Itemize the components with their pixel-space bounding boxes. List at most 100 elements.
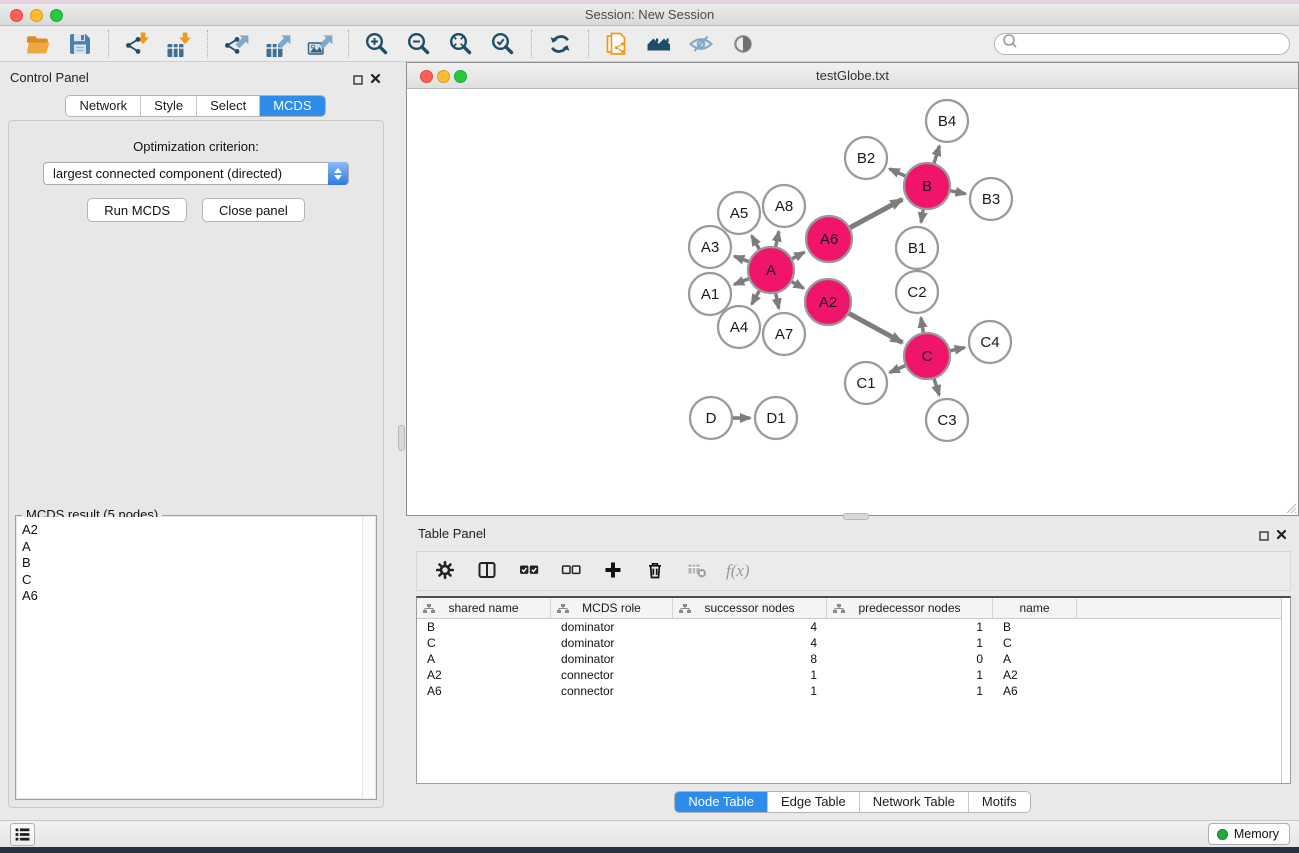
table-cell[interactable]: dominator	[551, 635, 673, 651]
close-panel-button[interactable]: Close panel	[202, 198, 305, 222]
node-B[interactable]: B	[904, 163, 950, 209]
table-cell[interactable]: 4	[673, 619, 827, 635]
import-network-button[interactable]	[121, 29, 153, 59]
table-cell[interactable]: C	[417, 635, 551, 651]
table-cell[interactable]: A2	[993, 667, 1077, 683]
zoom-out-button[interactable]	[403, 29, 435, 59]
table-row[interactable]: Bdominator41B	[417, 619, 1290, 635]
node-C1[interactable]: C1	[845, 362, 887, 404]
node-C3[interactable]: C3	[926, 399, 968, 441]
delete-table-button[interactable]	[684, 558, 710, 584]
node-A5[interactable]: A5	[718, 192, 760, 234]
table-scrollbar[interactable]	[1281, 598, 1290, 783]
table-cell[interactable]: 0	[827, 651, 993, 667]
node-A7[interactable]: A7	[763, 313, 805, 355]
import-table-button[interactable]	[163, 29, 195, 59]
table-close-panel-icon[interactable]	[1276, 527, 1287, 545]
table-cell[interactable]: dominator	[551, 651, 673, 667]
open-session-button[interactable]	[22, 29, 54, 59]
tab-edge-table[interactable]: Edge Table	[767, 792, 859, 812]
column-header-name[interactable]: name	[993, 598, 1077, 618]
node-A[interactable]: A	[748, 247, 794, 293]
result-list-item[interactable]: C	[22, 572, 375, 589]
table-cell[interactable]: 1	[827, 667, 993, 683]
tab-network[interactable]: Network	[66, 96, 140, 116]
search-field[interactable]	[994, 33, 1290, 55]
add-button[interactable]	[600, 558, 626, 584]
node-C[interactable]: C	[904, 333, 950, 379]
save-session-button[interactable]	[64, 29, 96, 59]
zoom-selected-button[interactable]	[487, 29, 519, 59]
node-C2[interactable]: C2	[896, 271, 938, 313]
tab-select[interactable]: Select	[196, 96, 259, 116]
table-cell[interactable]: 1	[827, 635, 993, 651]
deselect-all-button[interactable]	[558, 558, 584, 584]
memory-button[interactable]: Memory	[1208, 823, 1290, 845]
node-B2[interactable]: B2	[845, 137, 887, 179]
close-panel-icon[interactable]	[370, 71, 381, 89]
table-row[interactable]: Cdominator41C	[417, 635, 1290, 651]
tab-motifs[interactable]: Motifs	[968, 792, 1030, 812]
optimization-criterion-select[interactable]: largest connected component (directed)	[43, 162, 349, 185]
table-cell[interactable]: A6	[993, 683, 1077, 699]
export-table-button[interactable]	[262, 29, 294, 59]
zoom-in-button[interactable]	[361, 29, 393, 59]
table-cell[interactable]: 1	[827, 619, 993, 635]
tab-style[interactable]: Style	[140, 96, 196, 116]
vertical-splitter-handle[interactable]	[398, 425, 405, 451]
table-cell[interactable]: 1	[673, 683, 827, 699]
refresh-layout-button[interactable]	[544, 29, 576, 59]
tab-node-table[interactable]: Node Table	[675, 792, 767, 812]
gear-button[interactable]	[432, 558, 458, 584]
table-cell[interactable]: A	[417, 651, 551, 667]
run-mcds-button[interactable]: Run MCDS	[87, 198, 187, 222]
copy-network-button[interactable]	[601, 29, 633, 59]
node-D1[interactable]: D1	[755, 397, 797, 439]
node-A3[interactable]: A3	[689, 226, 731, 268]
home-button[interactable]	[643, 29, 675, 59]
table-cell[interactable]: C	[993, 635, 1077, 651]
result-list-item[interactable]: A6	[22, 588, 375, 605]
network-canvas[interactable]: B4B2BB3A5A8A6A3B1AC2A1A2A4A7C4CC1DD1C3	[407, 89, 1298, 515]
table-cell[interactable]: connector	[551, 667, 673, 683]
table-row[interactable]: A6connector11A6	[417, 683, 1290, 699]
show-preview-button[interactable]	[727, 29, 759, 59]
function-builder-icon[interactable]: f(x)	[726, 561, 750, 581]
node-B4[interactable]: B4	[926, 100, 968, 142]
table-cell[interactable]: 4	[673, 635, 827, 651]
node-A1[interactable]: A1	[689, 273, 731, 315]
result-list-item[interactable]: A2	[22, 522, 375, 539]
result-list-item[interactable]: B	[22, 555, 375, 572]
node-A2[interactable]: A2	[805, 279, 851, 325]
table-cell[interactable]: 1	[673, 667, 827, 683]
node-B1[interactable]: B1	[896, 227, 938, 269]
table-row[interactable]: A2connector11A2	[417, 667, 1290, 683]
table-cell[interactable]: connector	[551, 683, 673, 699]
float-panel-icon[interactable]	[353, 72, 363, 90]
table-cell[interactable]: B	[417, 619, 551, 635]
table-float-panel-icon[interactable]	[1259, 528, 1269, 546]
table-cell[interactable]: A6	[417, 683, 551, 699]
node-A6[interactable]: A6	[806, 216, 852, 262]
export-image-button[interactable]	[304, 29, 336, 59]
select-all-button[interactable]	[516, 558, 542, 584]
column-header-mcds-role[interactable]: MCDS role	[551, 598, 673, 618]
table-cell[interactable]: dominator	[551, 619, 673, 635]
search-input[interactable]	[1019, 35, 1289, 53]
node-A4[interactable]: A4	[718, 306, 760, 348]
result-list-scrollbar[interactable]	[362, 517, 375, 798]
export-network-button[interactable]	[220, 29, 252, 59]
column-header-predecessor-nodes[interactable]: predecessor nodes	[827, 598, 993, 618]
zoom-fit-button[interactable]	[445, 29, 477, 59]
node-A8[interactable]: A8	[763, 185, 805, 227]
table-cell[interactable]: B	[993, 619, 1077, 635]
table-cell[interactable]: 8	[673, 651, 827, 667]
column-header-shared-name[interactable]: shared name	[417, 598, 551, 618]
column-header-successor-nodes[interactable]: successor nodes	[673, 598, 827, 618]
node-C4[interactable]: C4	[969, 321, 1011, 363]
delete-button[interactable]	[642, 558, 668, 584]
hide-preview-button[interactable]	[685, 29, 717, 59]
table-cell[interactable]: A	[993, 651, 1077, 667]
tab-network-table[interactable]: Network Table	[859, 792, 968, 812]
table-row[interactable]: Adominator80A	[417, 651, 1290, 667]
